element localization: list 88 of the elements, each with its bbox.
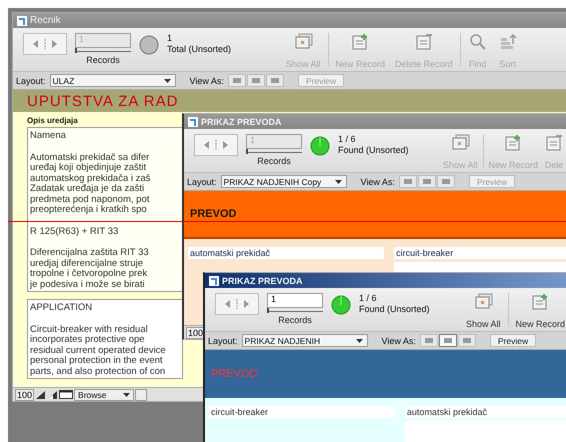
text-line: parts, and also protection of con <box>30 366 166 377</box>
view-button[interactable] <box>436 175 455 188</box>
layout-dropdown[interactable]: ULAZ <box>50 74 176 87</box>
section-label: Opis uredjaja <box>27 116 78 125</box>
record-navigator[interactable] <box>215 293 259 315</box>
zoom-level[interactable]: 100 <box>15 388 34 400</box>
layout-value: PRIKAZ NADJENIH <box>244 336 320 346</box>
text-area[interactable] <box>27 127 183 292</box>
record-count: 1 / 6 <box>338 134 357 145</box>
mode-value: Browse <box>78 390 106 400</box>
pie-chart-icon <box>310 136 330 156</box>
header-title: PREVOD <box>211 368 258 380</box>
document-minus-icon <box>544 133 564 153</box>
text-field[interactable]: circuit-breaker <box>209 406 395 418</box>
text-line: personal protection in the event <box>30 356 164 366</box>
text-line: tropolne i četvoropolne prek <box>30 269 148 280</box>
zoom-in-icon <box>47 389 58 400</box>
text-line: Zadatak uređaja je da zašti <box>30 184 146 194</box>
caret-icon <box>123 392 130 396</box>
zoom-out-icon <box>35 389 46 400</box>
header-title: PREVOD <box>190 208 236 220</box>
layout-label: Layout: <box>16 76 46 86</box>
view-button[interactable] <box>398 175 417 188</box>
caret-icon <box>334 180 342 184</box>
found-status: Total (Unsorted) <box>167 44 232 55</box>
window-title: PRIKAZ PREVODA <box>201 116 282 126</box>
text-line: Namena <box>30 131 67 142</box>
text-line: uređaj koji objedinjuje zaštit <box>30 163 148 174</box>
document-minus-icon <box>414 32 434 52</box>
text-field[interactable]: automatski prekidač <box>404 406 566 418</box>
view-as-label: View As: <box>190 76 224 86</box>
view-as-label: View As: <box>360 176 395 186</box>
text-line: automatskog prekidača i zaš <box>30 174 152 184</box>
preview-button[interactable]: Preview <box>490 334 536 347</box>
view-button[interactable] <box>420 334 438 347</box>
found-status: Found (Unsorted) <box>359 304 430 315</box>
records-label: Records <box>256 156 292 166</box>
toolbar-button[interactable]: New Record <box>510 288 566 331</box>
text-line: R 125(R63) + RIT 33 <box>30 226 120 237</box>
app-icon <box>17 16 27 26</box>
layout-label: Layout: <box>187 176 217 186</box>
view-as-label: View As: <box>382 336 416 346</box>
pie-chart-icon <box>331 295 351 315</box>
record-number-field[interactable]: 1 <box>267 293 323 308</box>
record-count: 1 <box>167 33 174 44</box>
record-navigator[interactable] <box>23 33 67 55</box>
text-field[interactable]: automatski prekidač <box>188 247 384 259</box>
layout-dropdown[interactable]: PRIKAZ NADJENIH <box>242 334 368 347</box>
text-line: Automatski prekidač sa difer <box>30 152 150 163</box>
view-button[interactable] <box>246 74 265 87</box>
mode-dropdown[interactable]: Browse <box>74 388 134 400</box>
app-icon <box>188 116 198 126</box>
text-line: incorporates protective ope <box>30 335 146 346</box>
window-title: PRIKAZ PREVODA <box>222 276 303 286</box>
layout-dropdown[interactable]: PRIKAZ NADJENIH Copy <box>220 175 347 188</box>
view-button[interactable] <box>228 74 246 87</box>
status-area-icon <box>59 389 74 400</box>
layout-value: PRIKAZ NADJENIH Copy <box>224 176 322 186</box>
view-button[interactable] <box>418 175 436 188</box>
view-button[interactable] <box>458 334 476 347</box>
caret-icon <box>164 78 171 82</box>
toolbar-button[interactable]: Show All <box>461 288 506 331</box>
text-field[interactable]: circuit-breaker <box>394 247 566 259</box>
view-button[interactable] <box>438 334 457 347</box>
view-button[interactable] <box>266 74 284 87</box>
found-status: Found (Unsorted) <box>338 145 409 156</box>
scroll-button[interactable] <box>135 388 148 400</box>
window-title: Recnik <box>30 15 61 26</box>
header-title: UPUTSTVA ZA RAD <box>27 92 178 110</box>
record-count: 1 / 6 <box>359 293 378 304</box>
text-line: APPLICATION <box>30 303 94 314</box>
text-line: predmeta pod naponom, pot <box>30 194 150 205</box>
text-field[interactable] <box>404 421 566 442</box>
text-line: uredjaj diferencijalne struje <box>30 258 144 269</box>
text-line: preopterećenja i kratkih spo <box>30 205 148 216</box>
layout-value: ULAZ <box>52 76 74 86</box>
record-navigator[interactable] <box>194 134 238 156</box>
records-label: Records <box>277 315 313 325</box>
text-line: Circuit-breaker with residual <box>30 324 149 335</box>
app-icon <box>209 276 219 286</box>
text-line: Diferencijalna zaštita RIT 33 <box>30 248 150 258</box>
text-area[interactable]: APPLICATION Circuit-breaker with residual incorporates protective ope residual current operated device personal protection in the event parts, and also protection of con <box>27 299 183 379</box>
circle-icon <box>139 35 159 55</box>
text-line: je podesiva i može se birati <box>30 280 146 290</box>
records-label: Records <box>85 55 121 65</box>
text-line: residual current operated device <box>30 346 167 356</box>
search-icon <box>468 32 488 52</box>
layout-label: Layout: <box>208 336 238 346</box>
